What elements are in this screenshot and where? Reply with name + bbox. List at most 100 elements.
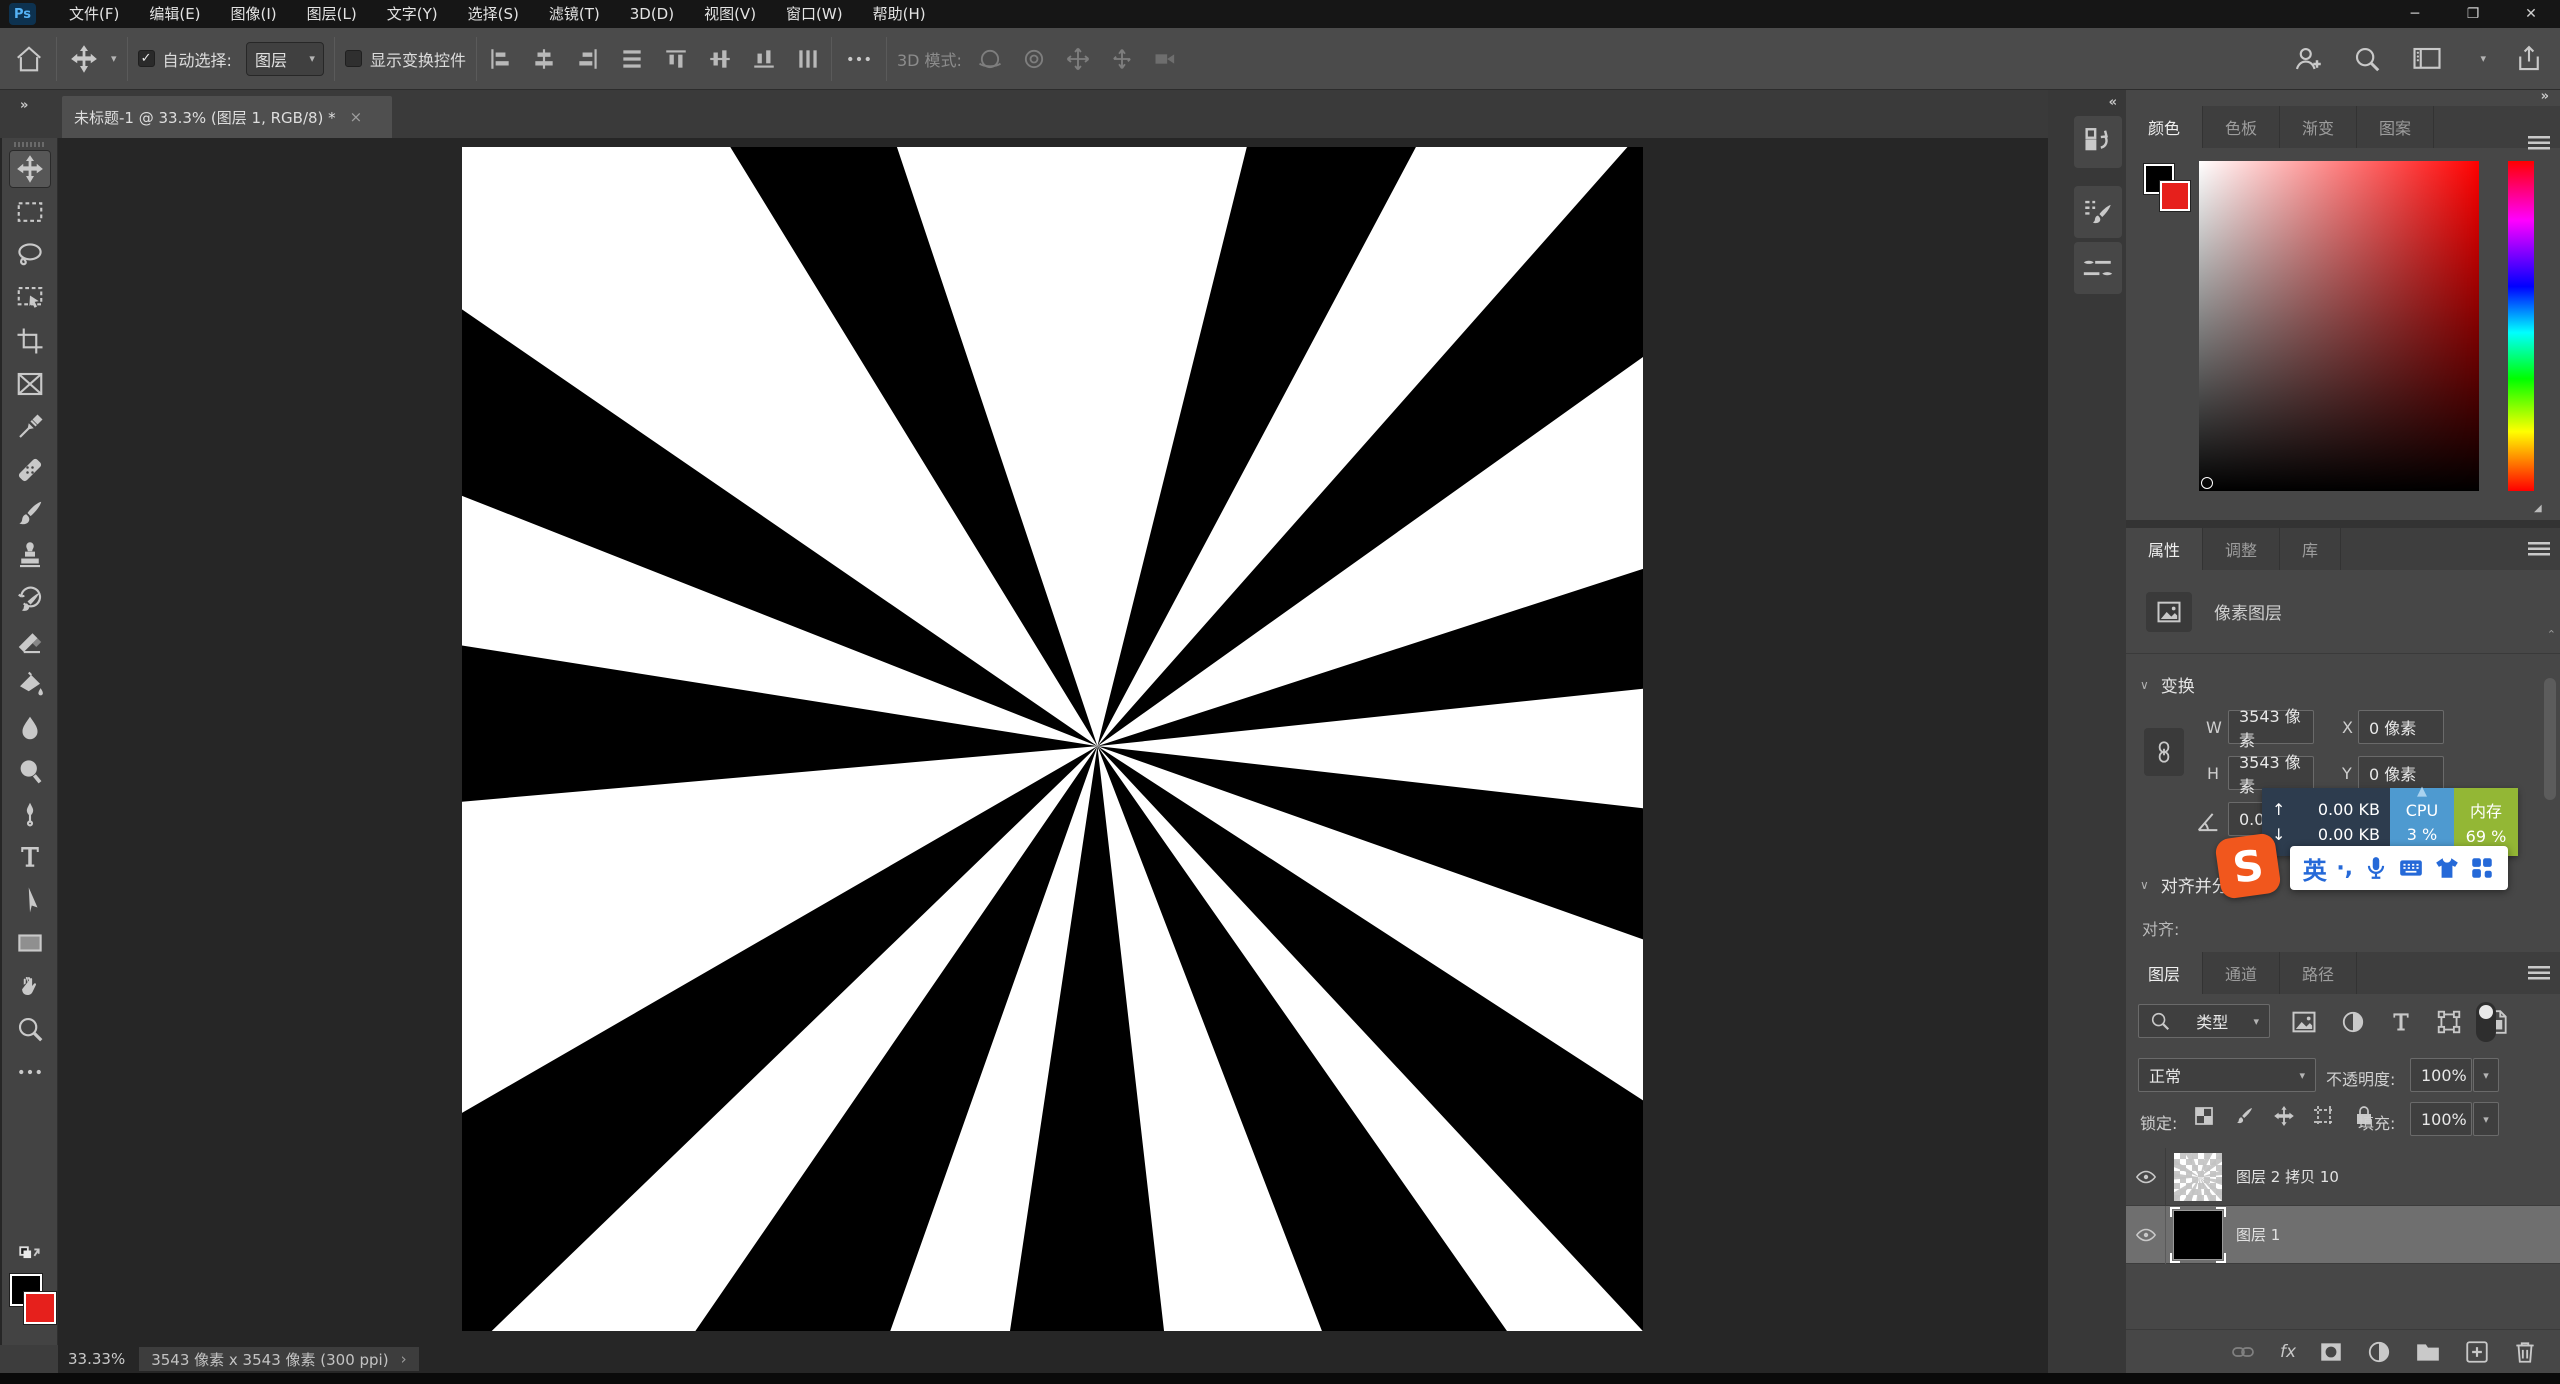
brush-settings-panel-button[interactable] <box>2074 186 2122 238</box>
x-field[interactable]: 0 像素 <box>2358 710 2444 744</box>
tool-healing[interactable] <box>9 451 51 489</box>
ime-language-mode[interactable]: 英 <box>2303 851 2327 886</box>
panel-menu-icon[interactable] <box>2528 136 2550 150</box>
tab-properties[interactable]: 属性 <box>2126 528 2203 570</box>
align-left-icon[interactable] <box>487 46 513 72</box>
filter-adjustment-layers-icon[interactable] <box>2340 1009 2366 1035</box>
chevron-right-icon[interactable]: › <box>401 1350 407 1368</box>
opacity-dropdown[interactable]: ▾ <box>2473 1058 2499 1092</box>
zoom-level[interactable]: 33.33% <box>68 1350 125 1368</box>
tab-gradients[interactable]: 渐变 <box>2280 106 2357 148</box>
new-group-icon[interactable] <box>2414 1339 2442 1365</box>
filter-pixel-layers-icon[interactable] <box>2290 1008 2318 1036</box>
lock-pixels-icon[interactable] <box>2232 1104 2256 1128</box>
visibility-eye-icon[interactable] <box>2132 1224 2160 1246</box>
layer-thumbnail[interactable] <box>2174 1211 2222 1259</box>
tab-patterns[interactable]: 图案 <box>2357 106 2434 148</box>
move-tool-icon[interactable] <box>67 42 101 76</box>
tool-crop[interactable] <box>9 322 51 360</box>
tool-bucket[interactable] <box>9 666 51 704</box>
menu-window[interactable]: 窗口(W) <box>771 0 858 28</box>
auto-select-checkbox[interactable]: ✓ <box>138 50 155 67</box>
document-tab[interactable]: 未标题-1 @ 33.3% (图层 1, RGB/8) * × <box>62 96 392 138</box>
search-icon[interactable] <box>2350 42 2384 76</box>
filter-toggle[interactable] <box>2476 1002 2496 1042</box>
lock-artboard-icon[interactable] <box>2312 1104 2336 1128</box>
sogou-logo[interactable]: S <box>2214 832 2282 900</box>
tool-path-select[interactable] <box>9 881 51 919</box>
color-field[interactable] <box>2199 161 2479 491</box>
more-options-icon[interactable] <box>842 42 876 76</box>
close-button[interactable]: ✕ <box>2502 0 2560 28</box>
panel-menu-icon[interactable] <box>2528 966 2550 980</box>
dock-collapse-icon[interactable]: « <box>2109 95 2118 110</box>
height-field[interactable]: 3543 像素 <box>2228 756 2314 790</box>
tool-lasso[interactable] <box>9 236 51 274</box>
tool-eraser[interactable] <box>9 623 51 661</box>
tool-ellipsis[interactable] <box>9 1053 51 1091</box>
menu-file[interactable]: 文件(F) <box>54 0 134 28</box>
show-transform-checkbox[interactable] <box>345 50 362 67</box>
lock-transparency-icon[interactable] <box>2192 1104 2216 1128</box>
align-bottom-icon[interactable] <box>751 46 777 72</box>
background-color-swatch[interactable] <box>2160 181 2190 211</box>
menu-help[interactable]: 帮助(H) <box>858 0 941 28</box>
document-info[interactable]: 3543 像素 x 3543 像素 (300 ppi) › <box>139 1347 418 1371</box>
layer-style-icon[interactable]: fx <box>2280 1342 2296 1362</box>
tool-type[interactable] <box>9 838 51 876</box>
align-right-icon[interactable] <box>575 46 601 72</box>
layer-thumbnail[interactable] <box>2174 1153 2222 1201</box>
layer-row[interactable]: 图层 2 拷贝 10 <box>2126 1148 2560 1206</box>
tool-pen[interactable] <box>9 795 51 833</box>
dist-h-icon[interactable] <box>619 46 645 72</box>
menu-edit[interactable]: 编辑(E) <box>134 0 215 28</box>
fill-field[interactable]: 100% <box>2410 1102 2472 1136</box>
restore-button[interactable]: ❐ <box>2444 0 2502 28</box>
tab-channels[interactable]: 通道 <box>2203 952 2280 994</box>
workspace-icon[interactable] <box>2410 42 2444 76</box>
chevron-down-icon[interactable]: ▾ <box>111 52 117 65</box>
panel-menu-icon[interactable] <box>2528 542 2550 556</box>
menu-layer[interactable]: 图层(L) <box>292 0 372 28</box>
tab-adjustments[interactable]: 调整 <box>2203 528 2280 570</box>
link-dimensions-icon[interactable] <box>2144 728 2184 776</box>
keyboard-icon[interactable] <box>2398 855 2424 881</box>
add-mask-icon[interactable] <box>2318 1339 2344 1365</box>
brushes-panel-button[interactable] <box>2074 242 2122 294</box>
tab-color[interactable]: 颜色 <box>2126 106 2203 148</box>
tool-blur[interactable] <box>9 709 51 747</box>
add-adjustment-icon[interactable] <box>2366 1339 2392 1365</box>
menu-select[interactable]: 选择(S) <box>453 0 534 28</box>
layer-row[interactable]: 图层 1 <box>2126 1206 2560 1264</box>
menu-image[interactable]: 图像(I) <box>216 0 292 28</box>
tool-shape[interactable] <box>9 924 51 962</box>
filter-type-layers-icon[interactable] <box>2388 1009 2414 1035</box>
layer-filter-dropdown[interactable]: 类型▾ <box>2138 1004 2270 1038</box>
color-field-cursor[interactable] <box>2201 477 2213 489</box>
tool-frame[interactable] <box>9 365 51 403</box>
tab-layers[interactable]: 图层 <box>2126 952 2203 994</box>
tab-swatches[interactable]: 色板 <box>2203 106 2280 148</box>
microphone-icon[interactable] <box>2363 855 2389 881</box>
home-icon[interactable] <box>12 42 46 76</box>
menu-3d[interactable]: 3D(D) <box>615 0 689 28</box>
align-top-icon[interactable] <box>663 46 689 72</box>
person-add-icon[interactable] <box>2290 42 2324 76</box>
visibility-eye-icon[interactable] <box>2132 1166 2160 1188</box>
filter-shape-layers-icon[interactable] <box>2436 1009 2462 1035</box>
tool-stamp[interactable] <box>9 537 51 575</box>
tab-libraries[interactable]: 库 <box>2280 528 2341 570</box>
tab-close-icon[interactable]: × <box>350 108 363 126</box>
swap-colors-icon[interactable] <box>9 1238 51 1276</box>
collapse-chevron-icon[interactable]: ∨ <box>2140 878 2149 892</box>
width-field[interactable]: 3543 像素 <box>2228 710 2314 744</box>
toolbar-collapse-icon[interactable]: » <box>20 98 29 113</box>
hue-slider[interactable] <box>2508 161 2534 491</box>
chevron-down-icon[interactable]: ▾ <box>2480 52 2486 65</box>
tool-object-select[interactable] <box>9 279 51 317</box>
share-icon[interactable] <box>2512 42 2546 76</box>
lock-position-icon[interactable] <box>2272 1104 2296 1128</box>
blend-mode-dropdown[interactable]: 正常▾ <box>2138 1058 2316 1092</box>
document-canvas[interactable] <box>462 147 1643 1331</box>
resize-grip-icon[interactable]: ◢ <box>2534 503 2542 514</box>
